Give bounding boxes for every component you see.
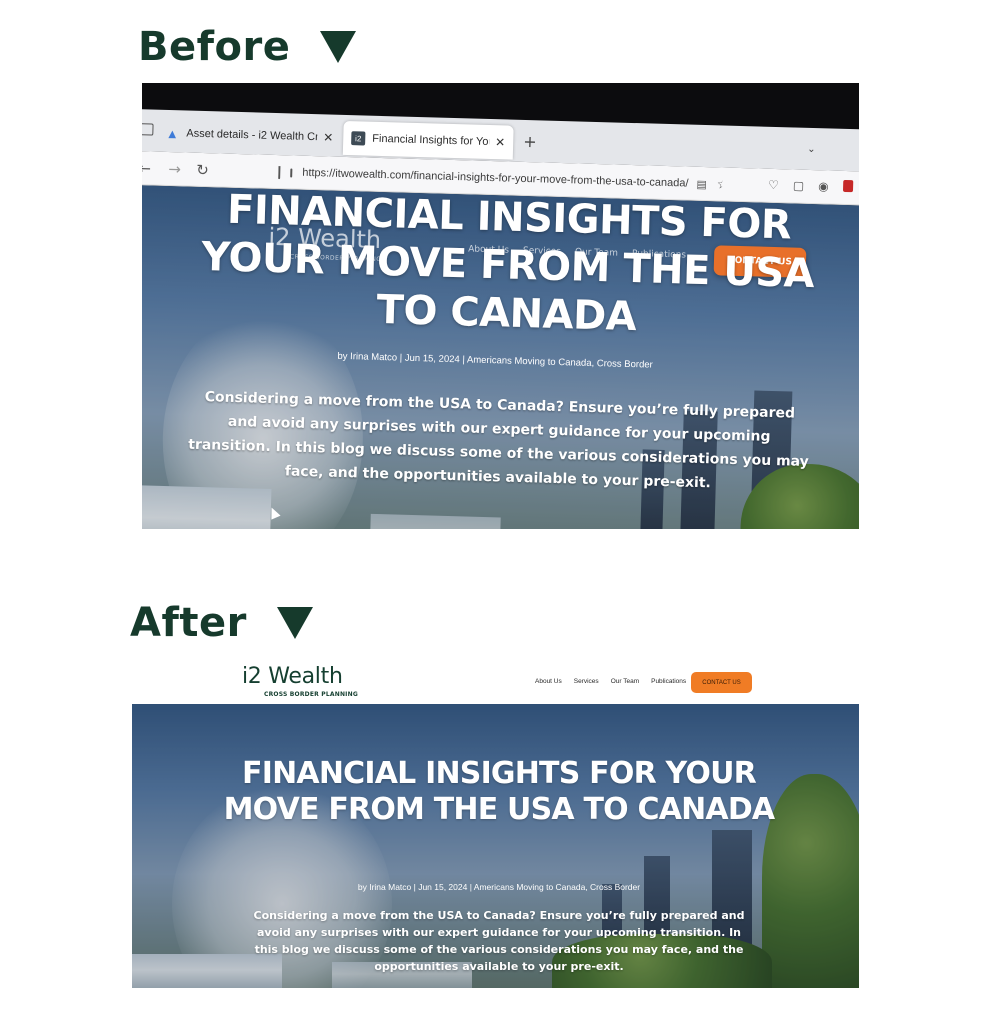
bookmark-star-icon[interactable]: ☆ (717, 176, 723, 192)
chevron-down-icon[interactable]: ⌄ (807, 144, 816, 155)
contact-us-button[interactable]: CONTACT US (691, 672, 752, 693)
back-arrow-icon[interactable]: ← (142, 159, 151, 177)
post-intro: Considering a move from the USA to Canad… (253, 909, 745, 973)
before-heading-text: Before (138, 24, 291, 70)
extensions-icon[interactable]: ▢ (793, 178, 805, 192)
logo-prefix: i2 (242, 664, 262, 689)
site-nav: About Us Services Our Team Publications (535, 678, 686, 685)
lock-icon (290, 167, 293, 177)
pocket-icon[interactable]: ♡ (768, 178, 779, 192)
reader-view-icon[interactable]: ▤ (696, 177, 707, 190)
url-text[interactable]: https://itwowealth.com/financial-insight… (302, 167, 689, 190)
logo-word: Wealth (268, 664, 343, 689)
webpage-viewport: i2 Wealth CROSS BORDER PLANNING About Us… (142, 184, 859, 529)
nav-services[interactable]: Services (574, 678, 599, 685)
logo-subtitle: CROSS BORDER PLANNING (264, 691, 358, 698)
after-hero: FINANCIAL INSIGHTS FOR YOUR MOVE FROM TH… (132, 704, 859, 988)
browser-tab-asset-details[interactable]: ▲ Asset details - i2 Wealth Cross B ✕ (157, 116, 342, 155)
tab-title: Financial Insights for Your Move (372, 132, 490, 148)
tab-title: Asset details - i2 Wealth Cross B (186, 127, 318, 144)
after-heading: After (130, 600, 313, 646)
extension-icon[interactable] (842, 179, 853, 193)
close-tab-icon[interactable]: ✕ (323, 130, 333, 144)
hero-title: FINANCIAL INSIGHTS FOR YOUR MOVE FROM TH… (200, 186, 815, 341)
browser-tab-financial-insights[interactable]: i2 Financial Insights for Your Move ✕ (342, 120, 514, 160)
i2-favicon-icon: i2 (351, 131, 366, 146)
before-heading: Before (138, 24, 357, 70)
before-screenshot: ▲ Asset details - i2 Wealth Cross B ✕ i2… (142, 83, 859, 529)
tab-list-icon[interactable] (142, 123, 154, 136)
forward-arrow-icon[interactable]: → (168, 160, 181, 178)
post-intro: Considering a move from the USA to Canad… (188, 389, 810, 492)
close-tab-icon[interactable]: ✕ (495, 135, 505, 149)
browser-window: ▲ Asset details - i2 Wealth Cross B ✕ i2… (142, 109, 859, 529)
nav-publications[interactable]: Publications (651, 678, 686, 685)
triangle-down-icon (276, 607, 313, 639)
triangle-down-icon (320, 31, 357, 63)
site-logo[interactable]: i2 Wealth CROSS BORDER PLANNING (242, 664, 358, 698)
nav-about-us[interactable]: About Us (535, 678, 562, 685)
site-header: i2 Wealth CROSS BORDER PLANNING About Us… (132, 660, 859, 704)
shield-icon (278, 165, 281, 179)
reload-icon[interactable]: ↻ (196, 161, 209, 179)
post-meta: by Irina Matco | Jun 15, 2024 | American… (357, 882, 641, 892)
toolbar-icons: ♡ ▢ ◉ (768, 178, 853, 194)
google-ads-icon: ▲ (165, 125, 179, 141)
after-heading-text: After (130, 600, 247, 646)
new-tab-button[interactable]: + (523, 132, 537, 151)
hero-title: FINANCIAL INSIGHTS FOR YOUR MOVE FROM TH… (223, 756, 776, 827)
account-icon[interactable]: ◉ (818, 179, 829, 193)
nav-our-team[interactable]: Our Team (611, 678, 639, 685)
